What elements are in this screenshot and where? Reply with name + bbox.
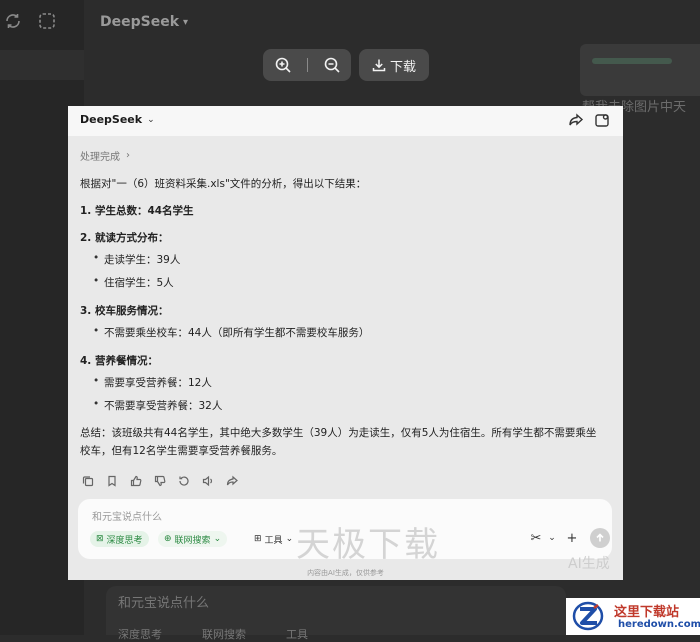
download-button[interactable]: 下载 bbox=[359, 49, 429, 81]
deep-think-icon: ⊠ bbox=[96, 534, 104, 544]
tools-menu[interactable]: ⊞ 工具 ⌄ bbox=[248, 531, 299, 547]
zoom-toolbar bbox=[263, 49, 351, 81]
list-item: 需要享受营养餐：12人 bbox=[93, 375, 212, 390]
sidebar-history-item[interactable] bbox=[0, 50, 84, 80]
deep-think-toggle[interactable]: ⊠ 深度思考 bbox=[90, 531, 149, 547]
chevron-down-icon: ⌄ bbox=[213, 534, 222, 544]
card-header: DeepSeek ⌄ bbox=[68, 106, 623, 136]
tools-icon: ⊞ bbox=[254, 534, 262, 544]
section-heading: 4. 营养餐情况： bbox=[80, 355, 158, 367]
logo-cn-text: 这里下载站 bbox=[614, 605, 680, 620]
background-app-title[interactable]: DeepSeek ▾ bbox=[100, 14, 188, 30]
background-input[interactable]: 和元宝说点什么 深度思考 联网搜索 工具 bbox=[106, 586, 566, 641]
background-chips: 深度思考 联网搜索 工具 bbox=[118, 626, 308, 642]
chevron-down-icon: ⌄ bbox=[147, 114, 155, 125]
deep-think-label: 深度思考 bbox=[106, 535, 143, 546]
share-icon[interactable] bbox=[224, 474, 240, 488]
card-title-text: DeepSeek bbox=[80, 113, 143, 126]
logo-en-text: heredown.com bbox=[618, 619, 700, 630]
background-chip-tools[interactable]: 工具 bbox=[286, 626, 308, 642]
share-icon[interactable] bbox=[568, 112, 584, 128]
web-search-toggle[interactable]: ⊕ 联网搜索 ⌄ bbox=[158, 531, 228, 547]
zoom-in-button[interactable] bbox=[268, 50, 298, 80]
zoom-in-icon bbox=[275, 57, 291, 73]
new-chat-icon[interactable] bbox=[36, 12, 58, 34]
zoom-out-button[interactable] bbox=[317, 50, 347, 80]
processing-status[interactable]: 处理完成 › bbox=[80, 148, 130, 163]
chevron-down-icon[interactable]: ⌄ bbox=[544, 530, 560, 546]
watermark-text: 天极下载 bbox=[296, 525, 440, 565]
z-logo-icon bbox=[572, 601, 604, 631]
chevron-right-icon: › bbox=[126, 150, 130, 161]
list-item-text: 不需要乘坐校车：44人（即所有学生都不需要校车服务） bbox=[104, 327, 370, 339]
card-model-selector[interactable]: DeepSeek ⌄ bbox=[80, 113, 155, 126]
speaker-icon[interactable] bbox=[200, 474, 216, 488]
list-item-text: 需要享受营养餐：12人 bbox=[104, 377, 212, 389]
list-item: 住宿学生：5人 bbox=[93, 275, 174, 290]
web-search-label: 联网搜索 bbox=[174, 535, 211, 546]
thumbs-up-icon[interactable] bbox=[128, 474, 144, 488]
chat-input-placeholder: 和元宝说点什么 bbox=[92, 512, 162, 523]
ai-generated-label: AI生成 bbox=[568, 556, 610, 572]
background-input-placeholder: 和元宝说点什么 bbox=[118, 596, 210, 611]
list-item: 不需要乘坐校车：44人（即所有学生都不需要校车服务） bbox=[93, 325, 370, 340]
site-logo: 这里下载站 heredown.com bbox=[566, 598, 700, 635]
chevron-down-icon: ▾ bbox=[183, 16, 189, 28]
screenshot-card: DeepSeek ⌄ 处理完成 › 根据对"一（6）班资料采集.xls"文件的分… bbox=[68, 106, 623, 580]
list-item: 走读学生：39人 bbox=[93, 252, 181, 267]
zoom-separator bbox=[306, 58, 308, 72]
copy-icon[interactable] bbox=[80, 474, 96, 488]
background-title-text: DeepSeek bbox=[100, 14, 180, 30]
download-icon bbox=[372, 59, 386, 72]
arrow-up-icon bbox=[596, 533, 604, 542]
download-label: 下载 bbox=[389, 59, 416, 75]
new-note-icon[interactable] bbox=[594, 112, 610, 128]
intro-text: 根据对"一（6）班资料采集.xls"文件的分析，得出以下结果： bbox=[80, 178, 367, 190]
section-heading: 1. 学生总数：44名学生 bbox=[80, 205, 194, 217]
list-item-text: 住宿学生：5人 bbox=[104, 277, 174, 289]
background-chip-web[interactable]: 联网搜索 bbox=[202, 626, 246, 642]
bookmark-icon[interactable] bbox=[104, 474, 120, 488]
scissors-icon[interactable]: ✂ bbox=[528, 530, 544, 546]
zoom-out-icon bbox=[324, 57, 340, 73]
summary-text: 总结：该班级共有44名学生，其中绝大多数学生（39人）为走读生，仅有5人为住宿生… bbox=[80, 427, 597, 457]
chevron-down-icon: ⌄ bbox=[285, 534, 294, 544]
list-item: 不需要享受营养餐：32人 bbox=[93, 398, 223, 413]
thumbs-down-icon[interactable] bbox=[152, 474, 168, 488]
ai-disclaimer: 内容由AI生成，仅供参考 bbox=[307, 569, 384, 577]
message-actions bbox=[80, 474, 240, 488]
refresh-icon[interactable] bbox=[2, 12, 24, 34]
globe-icon: ⊕ bbox=[164, 534, 172, 544]
list-item-text: 不需要享受营养餐：32人 bbox=[104, 400, 223, 412]
background-thumbnail bbox=[580, 44, 700, 96]
status-text: 处理完成 bbox=[80, 152, 120, 163]
plus-icon[interactable]: + bbox=[564, 530, 580, 546]
section-heading: 2. 就读方式分布： bbox=[80, 232, 169, 244]
section-heading: 3. 校车服务情况： bbox=[80, 305, 169, 317]
list-item-text: 走读学生：39人 bbox=[104, 254, 181, 266]
tools-label: 工具 bbox=[264, 535, 283, 546]
send-button[interactable] bbox=[590, 528, 610, 548]
regenerate-icon[interactable] bbox=[176, 474, 192, 488]
background-chip-deep[interactable]: 深度思考 bbox=[118, 626, 162, 642]
